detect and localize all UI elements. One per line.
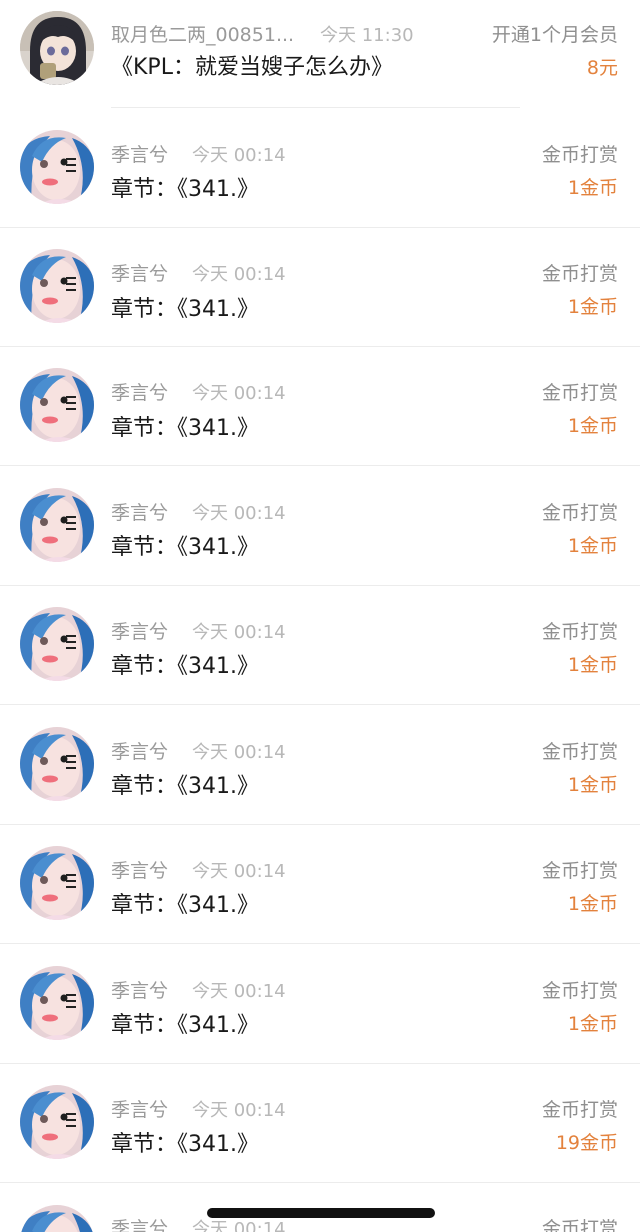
reward-type: 金币打赏: [541, 144, 618, 166]
avatar[interactable]: [20, 130, 94, 204]
reward-amount: 1金币: [567, 535, 618, 557]
sender-name: 季言兮: [111, 144, 169, 166]
reward-type: 金币打赏: [541, 382, 618, 404]
list-item[interactable]: 季言兮 今天 00:14 章节：《341.》 金币打赏 1金币: [0, 108, 640, 228]
reward-type: 开通1个月会员: [491, 24, 618, 46]
avatar[interactable]: [20, 11, 94, 85]
record-time: 今天 00:14: [192, 861, 286, 882]
record-time: 今天 00:14: [192, 1100, 286, 1121]
record-title: 章节：《341.》: [111, 535, 259, 560]
list-item[interactable]: 季言兮 今天 00:14 章节：《341.》 金币打赏 1金币: [0, 466, 640, 586]
list-item[interactable]: 季言兮 今天 00:14 章节：《341.》 金币打赏 1金币: [0, 228, 640, 347]
blue-hair-girl-avatar-icon: [20, 607, 94, 681]
sender-name: 季言兮: [111, 502, 169, 524]
reward-amount: 8元: [586, 57, 618, 79]
reward-amount: 1金币: [567, 774, 618, 796]
list-item[interactable]: 季言兮 今天 00:14 章节：《341.》 金币打赏 1金币: [0, 586, 640, 705]
blue-hair-girl-avatar-icon: [20, 488, 94, 562]
blue-hair-girl-avatar-icon: [20, 727, 94, 801]
sender-name: 季言兮: [111, 860, 169, 882]
blue-hair-girl-avatar-icon: [20, 1085, 94, 1159]
reward-amount: 1金币: [567, 893, 618, 915]
reward-type: 金币打赏: [541, 980, 618, 1002]
sender-name: 取月色二两_00851...: [111, 24, 295, 46]
list-item[interactable]: 季言兮 今天 00:14 章节：《341.》 金币打赏 19金币: [0, 1064, 640, 1183]
record-title: 《KPL：就爱当嫂子怎么办》: [111, 55, 393, 80]
reward-amount: 1金币: [567, 415, 618, 437]
sender-name: 季言兮: [111, 980, 169, 1002]
avatar[interactable]: [20, 966, 94, 1040]
record-time: 今天 00:14: [192, 145, 286, 166]
sender-name: 季言兮: [111, 1099, 169, 1121]
sender-name: 季言兮: [111, 1218, 169, 1232]
reward-amount: 1金币: [567, 1013, 618, 1035]
record-time: 今天 00:14: [192, 503, 286, 524]
record-time: 今天 00:14: [192, 383, 286, 404]
record-title: 章节：《341.》: [111, 416, 259, 441]
sender-name: 季言兮: [111, 263, 169, 285]
record-time: 今天 00:14: [192, 981, 286, 1002]
blue-hair-girl-avatar-icon: [20, 249, 94, 323]
blue-hair-girl-avatar-icon: [20, 368, 94, 442]
avatar[interactable]: [20, 1205, 94, 1232]
avatar[interactable]: [20, 607, 94, 681]
record-time: 今天 00:14: [192, 264, 286, 285]
home-indicator[interactable]: [207, 1208, 435, 1218]
blue-hair-girl-avatar-icon: [20, 130, 94, 204]
anime-girl-avatar-icon: [20, 11, 94, 85]
record-time: 今天 11:30: [320, 25, 414, 46]
record-time: 今天 00:14: [192, 622, 286, 643]
reward-type: 金币打赏: [541, 1218, 618, 1232]
reward-amount: 19金币: [555, 1132, 618, 1154]
sender-name: 季言兮: [111, 621, 169, 643]
blue-hair-girl-avatar-icon: [20, 1205, 94, 1232]
list-item[interactable]: 季言兮 今天 00:14 章节：《341.》 金币打赏 1金币: [0, 347, 640, 466]
blue-hair-girl-avatar-icon: [20, 846, 94, 920]
reward-amount: 1金币: [567, 177, 618, 199]
record-title: 章节：《341.》: [111, 774, 259, 799]
avatar[interactable]: [20, 846, 94, 920]
record-title: 章节：《341.》: [111, 297, 259, 322]
record-title: 章节：《341.》: [111, 654, 259, 679]
record-title: 章节：《341.》: [111, 893, 259, 918]
list-item[interactable]: 季言兮 今天 00:14 章节：《341.》 金币打赏 1金币: [0, 944, 640, 1064]
list-item[interactable]: 季言兮 今天 00:14 章节：《341.》 金币打赏 1金币: [0, 705, 640, 825]
reward-type: 金币打赏: [541, 741, 618, 763]
blue-hair-girl-avatar-icon: [20, 966, 94, 1040]
reward-amount: 1金币: [567, 296, 618, 318]
reward-type: 金币打赏: [541, 621, 618, 643]
reward-type: 金币打赏: [541, 263, 618, 285]
avatar[interactable]: [20, 249, 94, 323]
reward-type: 金币打赏: [541, 860, 618, 882]
avatar[interactable]: [20, 488, 94, 562]
sender-name: 季言兮: [111, 382, 169, 404]
list-item[interactable]: 季言兮 今天 00:14 章节：《341.》 金币打赏 1金币: [0, 825, 640, 944]
reward-amount: 1金币: [567, 654, 618, 676]
record-title: 章节：《341.》: [111, 1013, 259, 1038]
avatar[interactable]: [20, 1085, 94, 1159]
record-title: 章节：《341.》: [111, 1132, 259, 1157]
avatar[interactable]: [20, 368, 94, 442]
reward-type: 金币打赏: [541, 1099, 618, 1121]
list-item[interactable]: 取月色二两_00851... 今天 11:30 《KPL：就爱当嫂子怎么办》 开…: [0, 0, 640, 119]
record-time: 今天 00:14: [192, 742, 286, 763]
reward-type: 金币打赏: [541, 502, 618, 524]
avatar[interactable]: [20, 727, 94, 801]
sender-name: 季言兮: [111, 741, 169, 763]
record-title: 章节：《341.》: [111, 177, 259, 202]
